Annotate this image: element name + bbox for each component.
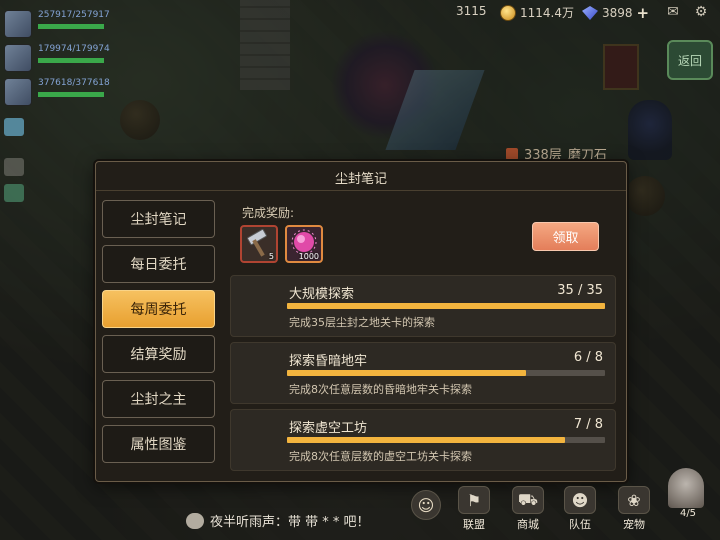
hp-text: 179974/179974 <box>38 44 110 54</box>
reward-count: 1000 <box>298 252 319 261</box>
emote-button[interactable]: ☺ <box>411 490 441 520</box>
resource-counter: 3115 <box>456 4 487 18</box>
reward-item[interactable]: 1000 <box>285 225 323 263</box>
nav-label: 商城 <box>517 518 539 531</box>
task-description: 完成35层尘封之地关卡的探索 <box>289 316 435 329</box>
chat-bar[interactable]: 夜半听雨声：带 带 * * 吧！ <box>186 511 370 530</box>
paw-icon: ❀ <box>618 486 650 514</box>
nav-label: 队伍 <box>569 518 591 531</box>
avatar <box>4 10 32 38</box>
nav-pet[interactable]: ❀ 宠物 <box>612 486 656 536</box>
reward-label: 完成奖励: <box>242 206 295 220</box>
hero-portrait[interactable]: 4/5 <box>668 468 708 536</box>
task-progress-bar <box>287 303 605 309</box>
back-button[interactable]: 返回 <box>667 40 713 80</box>
nav-label: 联盟 <box>463 518 485 531</box>
gold-value: 1114.4万 <box>520 6 574 20</box>
tab-daily-commission[interactable]: 每日委托 <box>102 245 215 283</box>
hp-bar <box>38 58 104 63</box>
nav-alliance[interactable]: ⚑ 联盟 <box>452 486 496 536</box>
party-member[interactable]: 257917/257917 <box>0 8 120 40</box>
party-member[interactable]: 179974/179974 <box>0 42 120 74</box>
dialog-sidebar: 尘封笔记 每日委托 每周委托 结算奖励 尘封之主 属性图鉴 <box>102 196 220 473</box>
tab-attribute-codex[interactable]: 属性图鉴 <box>102 425 215 463</box>
task-item: 探索虚空工坊 7 / 8 完成8次任意层数的虚空工坊关卡探索 <box>230 409 616 471</box>
task-progress-bar <box>287 370 605 376</box>
mail-icon[interactable]: ✉ <box>664 4 682 20</box>
gem-icon <box>582 6 598 20</box>
dialog-title: 尘封笔记 <box>334 172 387 187</box>
tab-settlement-rewards[interactable]: 结算奖励 <box>102 335 215 373</box>
avatar <box>668 468 704 508</box>
hp-bar <box>38 24 104 29</box>
chat-message: 夜半听雨声：带 带 * * 吧！ <box>210 515 370 530</box>
task-item: 探索昏暗地牢 6 / 8 完成8次任意层数的昏暗地牢关卡探索 <box>230 342 616 404</box>
party-list: 257917/257917 179974/179974 377618/37761… <box>0 8 120 202</box>
task-progress-bar <box>287 437 605 443</box>
add-gem-button[interactable]: + <box>637 4 650 22</box>
task-name: 探索昏暗地牢 <box>289 354 368 369</box>
avatar <box>4 78 32 106</box>
team-icon: ☻ <box>564 486 596 514</box>
claim-button[interactable]: 领取 <box>532 222 599 251</box>
tab-weekly-commission[interactable]: 每周委托 <box>102 290 215 328</box>
avatar <box>4 44 32 72</box>
skill-icon[interactable] <box>4 184 24 202</box>
resource-value: 3115 <box>456 4 487 18</box>
task-count: 6 / 8 <box>573 350 603 365</box>
reward-count: 5 <box>268 252 274 261</box>
reward-item[interactable]: 5 <box>240 225 278 263</box>
skill-icon[interactable] <box>4 158 24 176</box>
task-count: 35 / 35 <box>557 283 603 298</box>
nav-team[interactable]: ☻ 队伍 <box>558 486 602 536</box>
alliance-icon: ⚑ <box>458 486 490 514</box>
dialog-content: 完成奖励: 5 1000 领取 大规模探索 35 / 35 完成35层尘封之地关… <box>224 196 620 473</box>
cart-icon: ⛟ <box>512 486 544 514</box>
task-name: 大规模探索 <box>289 287 355 302</box>
hp-text: 257917/257917 <box>38 10 110 20</box>
floor-flag-icon <box>506 147 518 160</box>
gem-value: 3898 <box>602 6 633 20</box>
task-name: 探索虚空工坊 <box>289 421 368 436</box>
task-item: 大规模探索 35 / 35 完成35层尘封之地关卡的探索 <box>230 275 616 337</box>
task-description: 完成8次任意层数的虚空工坊关卡探索 <box>289 450 472 463</box>
gold-coin-icon <box>500 4 516 21</box>
tab-dust-lord[interactable]: 尘封之主 <box>102 380 215 418</box>
task-description: 完成8次任意层数的昏暗地牢关卡探索 <box>289 383 472 396</box>
nav-shop[interactable]: ⛟ 商城 <box>506 486 550 536</box>
hp-text: 377618/377618 <box>38 78 110 88</box>
gold-counter: 1114.4万 <box>500 4 574 21</box>
tab-dust-notes[interactable]: 尘封笔记 <box>102 200 215 238</box>
gear-icon[interactable]: ⚙ <box>692 4 710 20</box>
nav-label: 宠物 <box>623 518 645 531</box>
gem-counter: 3898 + <box>582 4 649 22</box>
title-divider <box>96 190 626 191</box>
task-count: 7 / 8 <box>573 417 603 432</box>
chat-bubble-icon <box>186 512 204 529</box>
skill-icon[interactable] <box>4 118 24 136</box>
party-member[interactable]: 377618/377618 <box>0 76 120 108</box>
hero-count: 4/5 <box>679 508 697 519</box>
dust-notes-dialog: 尘封笔记 尘封笔记 每日委托 每周委托 结算奖励 尘封之主 属性图鉴 完成奖励:… <box>95 161 627 482</box>
hp-bar <box>38 92 104 97</box>
